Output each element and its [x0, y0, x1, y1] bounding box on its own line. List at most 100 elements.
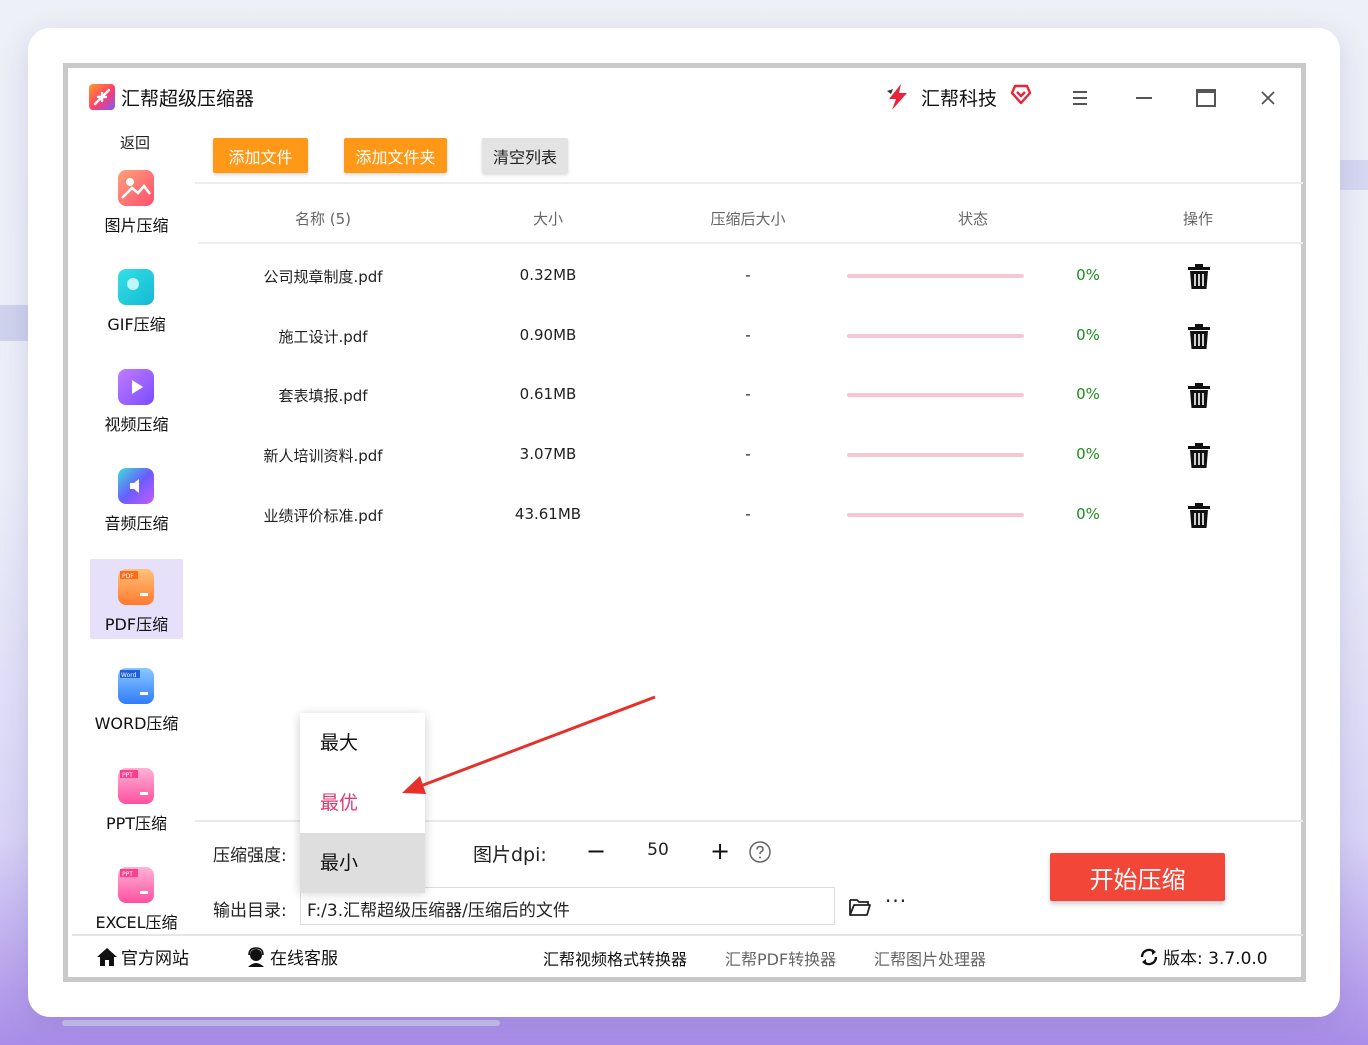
home-icon [97, 948, 117, 966]
sidebar-item-label: PDF压缩 [104, 615, 169, 634]
file-size: 0.90MB [519, 326, 577, 344]
table-row: 套表填报.pdf 0.61MB - 0% [198, 365, 1303, 425]
footer-divider [72, 934, 1303, 936]
pdf-converter-link[interactable]: 汇帮PDF转换器 [725, 946, 836, 970]
customer-service-icon [248, 947, 264, 967]
table-row: 业绩评价标准.pdf 43.61MB - 0% [198, 485, 1303, 545]
sidebar-item-word[interactable]: Word WORD压缩 [90, 658, 183, 738]
progress-bar [847, 453, 1024, 457]
title-bar: 汇帮超级压缩器 汇帮科技 [68, 68, 1301, 130]
sidebar-item-label: 音频压缩 [104, 514, 169, 533]
progress-percent: 0% [1076, 266, 1100, 284]
dpi-increase-button[interactable]: + [703, 835, 737, 869]
table-row: 施工设计.pdf 0.90MB - 0% [198, 306, 1303, 366]
vip-heart-icon[interactable] [1009, 82, 1033, 106]
clear-list-button[interactable]: 清空列表 [482, 138, 568, 173]
brand-logo-icon [887, 84, 907, 110]
image-dpi-label: 图片dpi: [473, 844, 547, 866]
table-row: 新人培训资料.pdf 3.07MB - 0% [198, 425, 1303, 485]
background-bar [62, 1020, 500, 1026]
compressed-size: - [745, 385, 751, 403]
file-size: 3.07MB [519, 445, 577, 463]
toolbar-divider [195, 182, 1303, 184]
svg-text:Word: Word [121, 672, 137, 679]
sidebar: 返回 图片压缩 GIF压缩 视频压缩 音频压缩 PDF PDF压缩 Word W… [72, 128, 198, 936]
more-options-icon[interactable]: ··· [885, 891, 909, 916]
dpi-value-input[interactable]: 50 [618, 840, 698, 860]
video-converter-link[interactable]: 汇帮视频格式转换器 [543, 946, 687, 970]
official-site-link[interactable]: 官方网站 [96, 944, 189, 969]
minimize-icon[interactable] [1130, 84, 1158, 112]
add-folder-button[interactable]: 添加文件夹 [344, 138, 447, 173]
start-compress-button[interactable]: 开始压缩 [1050, 853, 1225, 901]
sidebar-item-label: GIF压缩 [107, 315, 166, 334]
menu-icon[interactable] [1066, 84, 1094, 112]
compressed-size: - [745, 266, 751, 284]
online-service-link[interactable]: 在线客服 [245, 944, 338, 969]
file-name: 公司规章制度.pdf [263, 268, 383, 286]
progress-percent: 0% [1076, 326, 1100, 344]
image-processor-link[interactable]: 汇帮图片处理器 [874, 946, 986, 970]
file-name: 施工设计.pdf [278, 328, 368, 346]
sidebar-item-video[interactable]: 视频压缩 [90, 359, 183, 439]
audio-compress-icon [118, 468, 154, 504]
version-label: 版本: 3.7.0.0 [1163, 949, 1268, 969]
strength-option-max[interactable]: 最大 [300, 713, 425, 773]
sidebar-item-label: 视频压缩 [104, 415, 169, 434]
delete-icon[interactable] [1187, 324, 1211, 350]
file-name: 业绩评价标准.pdf [263, 507, 383, 525]
delete-icon[interactable] [1187, 443, 1211, 469]
app-title: 汇帮超级压缩器 [121, 88, 255, 110]
app-window: 汇帮超级压缩器 汇帮科技 返回 图片压缩 GIF压缩 视频压缩 音频压缩 PDF… [63, 63, 1306, 982]
excel-compress-icon: PPT [118, 867, 154, 903]
strength-option-optimal[interactable]: 最优 [300, 773, 425, 833]
back-link[interactable]: 返回 [72, 132, 198, 153]
image-compress-icon [118, 170, 154, 206]
column-header-size: 大小 [532, 210, 563, 228]
official-site-label: 官方网站 [121, 949, 189, 969]
progress-bar [847, 393, 1024, 397]
svg-text:PPT: PPT [122, 772, 133, 779]
progress-percent: 0% [1076, 505, 1100, 523]
sidebar-item-ppt[interactable]: PPT PPT压缩 [90, 758, 183, 838]
compressed-size: - [745, 326, 751, 344]
video-compress-icon [118, 369, 154, 405]
delete-icon[interactable] [1187, 264, 1211, 290]
sidebar-item-pdf[interactable]: PDF PDF压缩 [90, 559, 183, 639]
column-header-name: 名称 (5) [294, 210, 352, 228]
file-size: 0.32MB [519, 266, 577, 284]
compressed-size: - [745, 505, 751, 523]
version-info[interactable]: 版本: 3.7.0.0 [1138, 944, 1268, 969]
delete-icon[interactable] [1187, 503, 1211, 529]
gif-compress-icon [118, 269, 154, 305]
table-header: 名称 (5) 大小 压缩后大小 状态 操作 [198, 198, 1303, 244]
close-icon[interactable] [1254, 84, 1282, 112]
sidebar-item-label: EXCEL压缩 [95, 913, 178, 932]
sidebar-item-audio[interactable]: 音频压缩 [90, 458, 183, 538]
column-header-compressed-size: 压缩后大小 [710, 210, 786, 228]
progress-percent: 0% [1076, 445, 1100, 463]
column-header-status: 状态 [957, 210, 988, 228]
pdf-compress-icon: PDF [118, 569, 154, 605]
sidebar-item-image[interactable]: 图片压缩 [90, 160, 183, 240]
sidebar-item-excel[interactable]: PPT EXCEL压缩 [90, 857, 183, 937]
file-name: 套表填报.pdf [278, 387, 368, 405]
dpi-decrease-button[interactable]: − [579, 835, 613, 869]
progress-bar [847, 274, 1024, 278]
delete-icon[interactable] [1187, 383, 1211, 409]
file-size: 0.61MB [519, 385, 577, 403]
maximize-icon[interactable] [1192, 84, 1220, 112]
file-size: 43.61MB [514, 505, 582, 523]
add-file-button[interactable]: 添加文件 [213, 138, 308, 173]
sidebar-item-label: 图片压缩 [104, 216, 169, 235]
output-directory-path: F:/3.汇帮超级压缩器/压缩后的文件 [307, 901, 570, 921]
help-icon[interactable] [748, 840, 772, 864]
strength-option-min[interactable]: 最小 [300, 833, 425, 893]
open-folder-icon[interactable] [848, 896, 872, 918]
refresh-icon [1140, 948, 1158, 966]
word-compress-icon: Word [118, 668, 154, 704]
compression-strength-dropdown: 最大 最优 最小 [300, 713, 425, 893]
sidebar-item-gif[interactable]: GIF压缩 [90, 259, 183, 339]
brand-name: 汇帮科技 [921, 88, 998, 110]
output-directory-label: 输出目录: [213, 901, 287, 921]
